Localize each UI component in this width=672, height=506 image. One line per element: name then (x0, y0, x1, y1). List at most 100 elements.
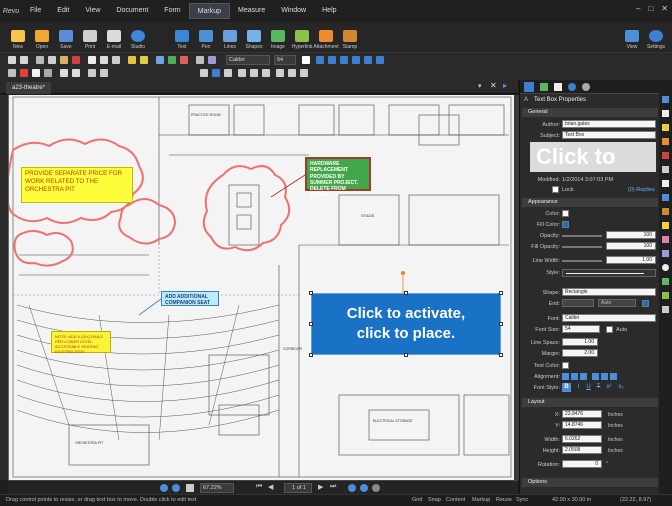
email-button[interactable]: E-mail (102, 22, 126, 52)
studio-button[interactable]: Studio (126, 22, 150, 52)
price-note-callout[interactable]: PROVIDE SEPARATE PRICE FOR WORK RELATED … (21, 167, 133, 203)
drawing-canvas[interactable]: PRACTICE ROOM STAGE CORRIDOR ELECTRICAL … (8, 95, 514, 480)
lines-tool-button[interactable]: Lines (218, 22, 242, 52)
text-tool-icon[interactable] (662, 110, 669, 117)
highlight-icon[interactable] (140, 56, 148, 64)
zoom-icon[interactable] (112, 56, 120, 64)
italic-button[interactable]: I (574, 383, 583, 392)
rotate-icon[interactable] (156, 56, 164, 64)
font-select[interactable]: Calibri (226, 55, 270, 65)
pen-tool-button[interactable]: Pen (194, 22, 218, 52)
menu-measure[interactable]: Measure (230, 3, 273, 19)
minimize-icon[interactable]: – (636, 4, 640, 13)
tool-chest-icon[interactable] (662, 96, 669, 103)
fill-color-icon[interactable] (32, 69, 40, 77)
font-select-panel[interactable]: Calibri (562, 314, 656, 322)
status-content-toggle[interactable]: Content (446, 495, 465, 506)
subject-field[interactable]: Text Box (562, 131, 656, 139)
menu-window[interactable]: Window (273, 3, 314, 19)
pen-tab-icon[interactable] (554, 83, 562, 91)
valign-top-button[interactable] (592, 373, 599, 380)
signature-icon[interactable] (662, 306, 669, 313)
paste-icon[interactable] (60, 56, 68, 64)
subscript-button[interactable]: x₂ (616, 383, 626, 392)
redo-icon[interactable] (20, 56, 28, 64)
menu-form[interactable]: Form (156, 3, 188, 19)
color-swatch[interactable] (562, 210, 569, 217)
fill-opacity-field[interactable]: 100 (606, 242, 656, 250)
menu-help[interactable]: Help (314, 3, 344, 19)
print-button[interactable]: Print (78, 22, 102, 52)
image-tool-icon[interactable] (662, 278, 669, 285)
resize-handle[interactable] (309, 322, 313, 326)
back-icon[interactable] (348, 484, 356, 492)
zoom-in-icon[interactable] (172, 484, 180, 492)
font-size-field[interactable]: 54 (562, 325, 600, 333)
next-page-icon[interactable]: ▶ (318, 483, 323, 491)
align-center-icon[interactable] (212, 69, 220, 77)
resize-handle[interactable] (499, 291, 503, 295)
align-right-button[interactable] (580, 373, 587, 380)
opacity-field[interactable]: 100 (606, 231, 656, 239)
opacity-icon[interactable] (44, 69, 52, 77)
layout-section-header[interactable]: Layout (522, 398, 658, 407)
save-button[interactable]: Save (54, 22, 78, 52)
view-button[interactable]: View (620, 22, 644, 52)
align-top-icon[interactable] (238, 69, 246, 77)
measure-tool-icon[interactable] (662, 194, 669, 201)
lock-icon[interactable] (196, 56, 204, 64)
resize-handle[interactable] (404, 353, 408, 357)
line-color-icon[interactable] (20, 69, 28, 77)
cloud-icon[interactable] (8, 69, 16, 77)
end-auto-select[interactable]: Auto (598, 299, 636, 307)
forward-icon[interactable] (360, 484, 368, 492)
italic-icon[interactable] (328, 56, 336, 64)
shapes-tool-button[interactable]: Shapes (242, 22, 266, 52)
panel-collapse-icon[interactable]: ▸ (503, 81, 507, 90)
polygon-icon[interactable] (662, 250, 669, 257)
gear-tab-icon[interactable] (582, 83, 590, 91)
fit-page-icon[interactable] (186, 484, 194, 492)
status-grid-toggle[interactable]: Grid (412, 495, 422, 506)
bold-icon[interactable] (316, 56, 324, 64)
first-page-icon[interactable]: ⏮ (256, 483, 262, 491)
replies-link[interactable]: (0) Replies (628, 187, 655, 193)
list-number-icon[interactable] (288, 69, 296, 77)
menu-file[interactable]: File (22, 3, 49, 19)
general-section-header[interactable]: General (522, 108, 658, 117)
menu-markup[interactable]: Markup (188, 3, 230, 19)
open-button[interactable]: Open (30, 22, 54, 52)
auto-size-checkbox[interactable] (606, 326, 613, 333)
line-width-icon[interactable] (60, 69, 68, 77)
flatten-icon[interactable] (208, 56, 216, 64)
stamp-tool-icon[interactable] (662, 208, 669, 215)
delete-icon[interactable] (72, 56, 80, 64)
opacity-slider[interactable] (562, 235, 602, 237)
image-tool-button[interactable]: Image (266, 22, 290, 52)
end-color-swatch[interactable] (642, 300, 649, 307)
hyperlink-tool-button[interactable]: Hyperlink (290, 22, 314, 52)
fill-color-swatch[interactable] (562, 221, 569, 228)
arrow-end-icon[interactable] (100, 69, 108, 77)
strike-button[interactable]: T (594, 383, 603, 392)
valign-middle-button[interactable] (601, 373, 608, 380)
align-left-button[interactable] (562, 373, 569, 380)
hardware-note-callout[interactable]: HARDWARE REPLACEMENT PROVIDED BY SUMMER … (305, 157, 371, 198)
valign-bottom-button[interactable] (610, 373, 617, 380)
rails-note-callout[interactable]: NOTE: ADD 6 (SIX) RAILS PER LOWER LEVEL … (51, 331, 111, 354)
line-style-icon[interactable] (72, 69, 80, 77)
prev-page-icon[interactable]: ◀ (268, 483, 273, 491)
align-left-icon[interactable] (200, 69, 208, 77)
settings-button[interactable]: Settings (644, 22, 668, 52)
measure-icon[interactable] (180, 56, 188, 64)
style-select[interactable] (562, 269, 656, 277)
dropdown-arrow-icon[interactable]: ▾ (478, 82, 482, 90)
indent-icon[interactable] (300, 69, 308, 77)
eraser-icon[interactable] (662, 236, 669, 243)
font-color-icon[interactable] (302, 56, 310, 64)
status-markup-toggle[interactable]: Markup (472, 495, 490, 506)
menu-view[interactable]: View (77, 3, 108, 19)
margin-field[interactable]: 2.00 (562, 349, 598, 357)
rotation-field[interactable]: 0 (562, 460, 602, 468)
shape-select[interactable]: Rectangle (562, 288, 656, 296)
